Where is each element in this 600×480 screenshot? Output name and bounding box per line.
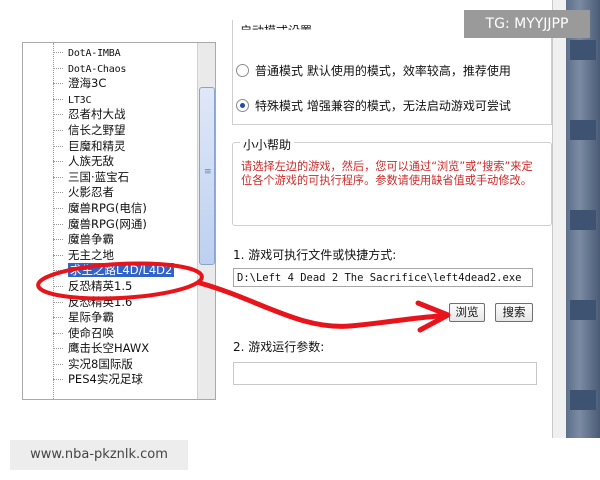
background-window-block (570, 40, 596, 60)
exe-path-label: 1. 游戏可执行文件或快捷方式: (233, 248, 397, 262)
exe-path-input[interactable]: D:\Left 4 Dead 2 The Sacrifice\left4dead… (233, 268, 533, 287)
tree-item-label: 火影忍者 (68, 185, 114, 200)
tree-item-label: LT3C (68, 94, 92, 106)
tree-item[interactable]: 忍者村大战 (23, 107, 197, 123)
window-right-border (552, 0, 567, 438)
tree-item[interactable]: 人族无敌 (23, 154, 197, 170)
tree-connector (53, 114, 63, 116)
search-button[interactable]: 搜索 (495, 303, 533, 322)
background-window-block (570, 390, 596, 410)
special-mode-label: 特殊模式 增强兼容的模式，无法启动游戏可尝试 (255, 99, 511, 113)
tree-item-label: 实况8国际版 (68, 356, 133, 371)
tree-item-label: 魔兽RPG(网通) (68, 216, 147, 231)
special-mode-option[interactable]: 特殊模式 增强兼容的模式，无法启动游戏可尝试 (236, 97, 511, 114)
grip-icon: ≡ (204, 167, 212, 177)
tree-item[interactable]: DotA-Chaos (23, 61, 197, 77)
tree-item-label: 魔兽RPG(电信) (68, 200, 147, 215)
tree-item-label: 求生之路L4D/L4D2 (68, 263, 175, 278)
tree-item-label: 星际争霸 (68, 310, 114, 325)
tree-item[interactable]: PES4实况足球 (23, 372, 197, 388)
tree-connector (53, 270, 63, 272)
tree-item[interactable]: 澄海3C (23, 76, 197, 92)
tree-item-label: 巨魔和精灵 (68, 138, 126, 153)
tree-connector (53, 98, 63, 100)
radio-button-normal[interactable] (236, 64, 249, 77)
tree-item-label: DotA-IMBA (68, 48, 121, 59)
tree-item[interactable]: 无主之地 (23, 248, 197, 264)
tree-connector (53, 379, 63, 381)
tree-connector (53, 161, 63, 163)
tree-item[interactable]: 实况8国际版 (23, 357, 197, 373)
tree-connector (53, 285, 63, 287)
tree-connector (53, 52, 63, 53)
tree-item-label: 魔兽争霸 (68, 232, 114, 247)
tree-item[interactable]: 反恐精英1.6 (23, 295, 197, 311)
help-text: 请选择左边的游戏，然后，您可以通过“浏览”或“搜索”来定位各个游戏的可执行程序。… (241, 160, 533, 187)
tree-connector (53, 332, 63, 334)
tree-item-label: PES4实况足球 (68, 372, 143, 387)
tree-connector (53, 254, 63, 256)
tree-item[interactable]: 反恐精英1.5 (23, 279, 197, 295)
tree-connector (53, 223, 63, 225)
tree-item-label: 使命召唤 (68, 325, 114, 340)
tree-connector (53, 317, 63, 319)
tree-connector (53, 239, 63, 241)
watermark-url: www.nba-pkznlk.com (10, 440, 188, 470)
tree-item[interactable]: 信长之野望 (23, 123, 197, 139)
tree-item[interactable]: 鹰击长空HAWX (23, 341, 197, 357)
browse-button[interactable]: 浏览 (449, 303, 485, 322)
normal-mode-option[interactable]: 普通模式 默认使用的模式，效率较高，推荐使用 (236, 62, 511, 79)
tree-connector (53, 83, 63, 85)
tree-item-label: 反恐精英1.6 (68, 294, 133, 309)
tree-item-label: 人族无敌 (68, 154, 114, 169)
tree-item[interactable]: 魔兽RPG(网通) (23, 217, 197, 233)
tree-item[interactable]: 使命召唤 (23, 326, 197, 342)
tree-item-label: 鹰击长空HAWX (68, 341, 150, 356)
tree-item[interactable]: 星际争霸 (23, 310, 197, 326)
background-window-block (570, 300, 596, 320)
tree-item[interactable]: 巨魔和精灵 (23, 139, 197, 155)
tree-item-label: 信长之野望 (68, 122, 126, 137)
tree-item[interactable]: 魔兽RPG(电信) (23, 201, 197, 217)
tree-connector (53, 129, 63, 131)
annotation-arrow-head (415, 300, 451, 333)
radio-button-special[interactable] (236, 99, 249, 112)
tree-item-selected[interactable]: 求生之路L4D/L4D2 (23, 263, 197, 279)
background-window-block (570, 210, 596, 230)
tree-connector (53, 176, 63, 178)
tree-connector (53, 348, 63, 350)
run-args-input[interactable] (233, 362, 537, 385)
scrollbar-thumb[interactable]: ≡ (199, 87, 215, 265)
background-window-block (570, 120, 596, 140)
tree-item[interactable]: DotA-IMBA (23, 45, 197, 61)
annotation-arrow-line (197, 280, 443, 329)
normal-mode-label: 普通模式 默认使用的模式，效率较高，推荐使用 (255, 64, 511, 78)
tree-item-label: 忍者村大战 (68, 107, 126, 122)
run-args-label: 2. 游戏运行参数: (233, 340, 325, 354)
game-tree-panel: DotA-IMBA DotA-Chaos 澄海3C LT3C 忍者村大战 信长之野望 巨魔和… (22, 42, 216, 400)
tree-connector (53, 145, 63, 147)
tree-connector (53, 67, 63, 69)
tree-connector (53, 301, 63, 303)
tree-item-label: 三国·蓝宝石 (68, 169, 130, 184)
tree-item[interactable]: LT3C (23, 92, 197, 108)
tree-connector (53, 207, 63, 209)
tree-item-label: DotA-Chaos (68, 63, 127, 75)
tree-item-label: 反恐精英1.5 (68, 278, 133, 293)
tree-scrollbar[interactable]: ≡ (197, 43, 215, 399)
game-tree-list: DotA-IMBA DotA-Chaos 澄海3C LT3C 忍者村大战 信长之野望 巨魔和… (23, 45, 197, 388)
tree-item[interactable]: 三国·蓝宝石 (23, 170, 197, 186)
help-title: 小小帮助 (240, 136, 295, 153)
tree-connector (53, 192, 63, 194)
tree-item-label: 澄海3C (68, 76, 107, 91)
tree-item[interactable]: 魔兽争霸 (23, 232, 197, 248)
tree-item-label: 无主之地 (68, 247, 114, 262)
tree-connector (53, 363, 63, 365)
tree-item[interactable]: 火影忍者 (23, 185, 197, 201)
tg-badge: TG: MYYJJPP (464, 10, 590, 38)
